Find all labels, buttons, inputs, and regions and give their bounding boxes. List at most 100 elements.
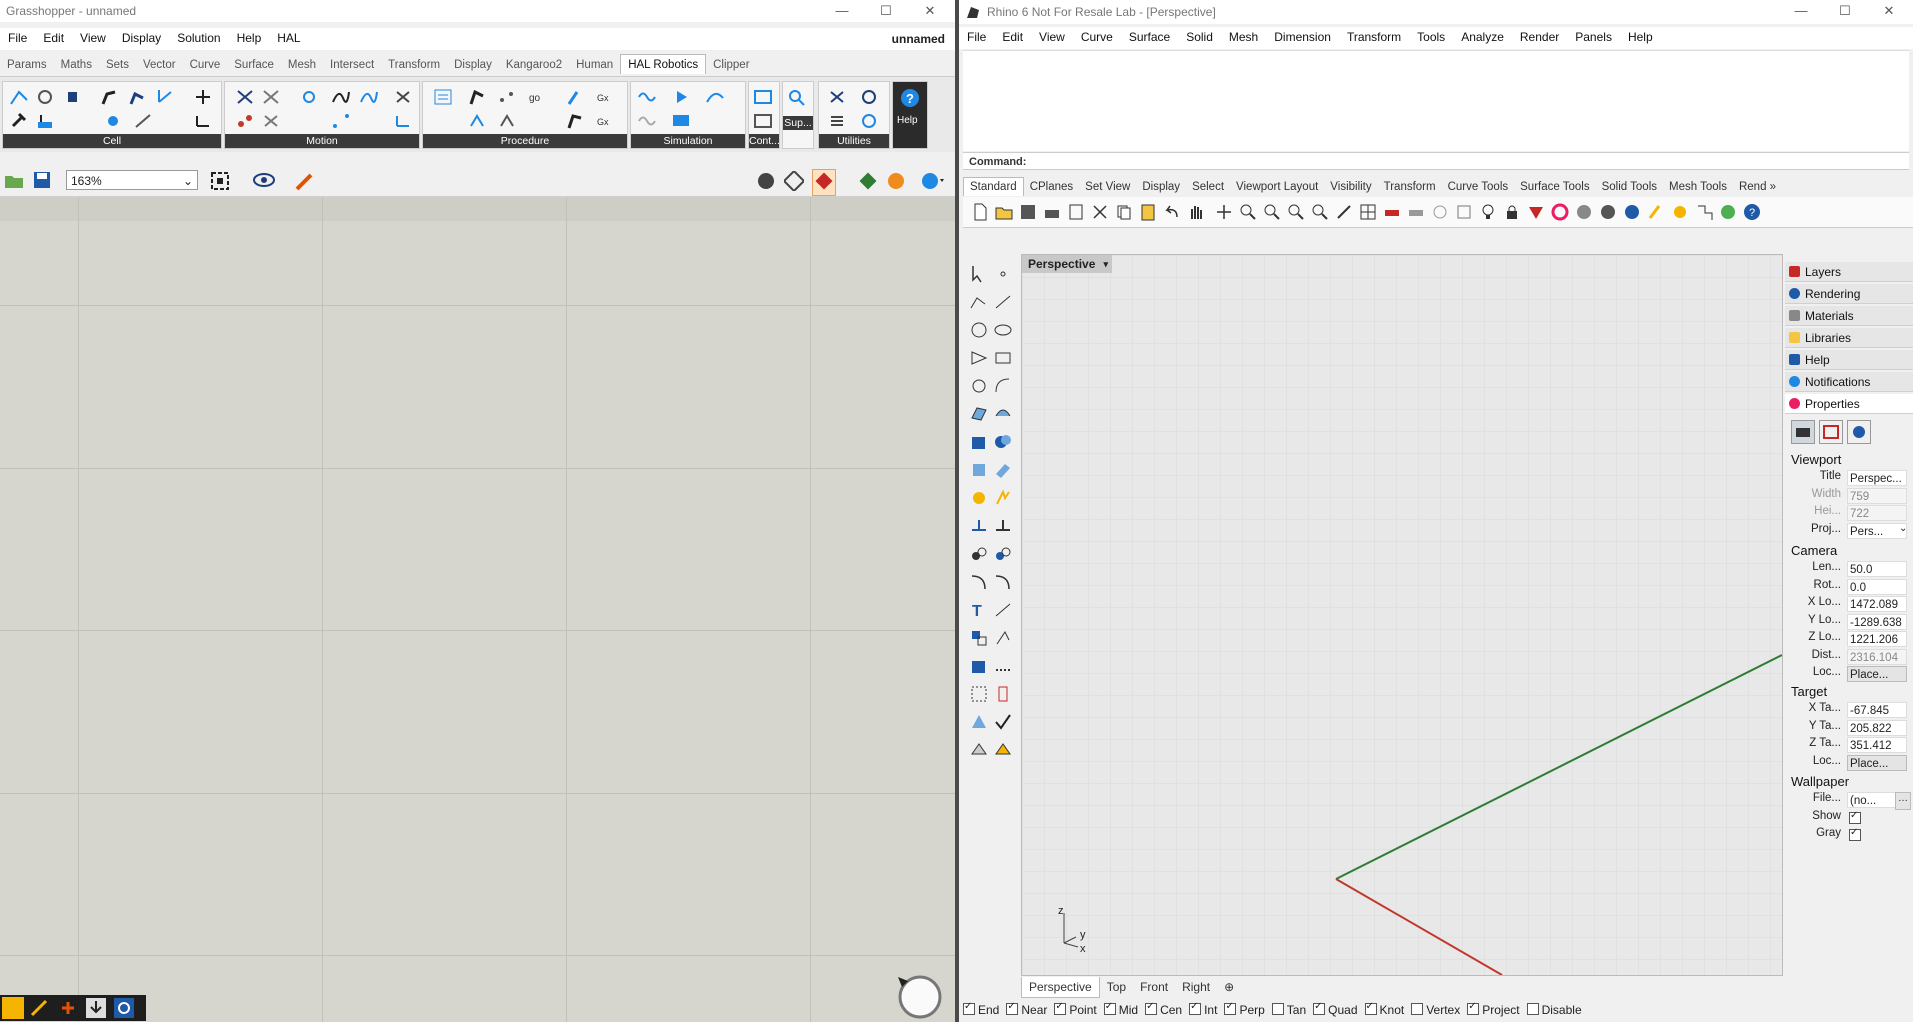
gh-menu-file[interactable]: File <box>0 28 35 48</box>
osnap-checkbox[interactable] <box>1313 1001 1326 1015</box>
gh-tab-display[interactable]: Display <box>447 55 499 74</box>
polyline-icon[interactable] <box>969 292 989 312</box>
rh-menu-surface[interactable]: Surface <box>1121 27 1178 47</box>
cube-icon[interactable] <box>969 656 989 676</box>
target-cross-icon[interactable] <box>235 88 255 106</box>
panel-tab-rendering[interactable]: Rendering <box>1785 284 1913 304</box>
save-file-icon[interactable] <box>1019 203 1037 221</box>
osnap-checkbox[interactable] <box>1224 1001 1237 1015</box>
procedure-tool-icon[interactable] <box>565 112 585 130</box>
osnap-checkbox[interactable] <box>1526 1003 1539 1015</box>
point-cross-icon[interactable] <box>261 112 281 130</box>
panel-tab-notifications[interactable]: Notifications <box>1785 372 1913 392</box>
gh-maximize-button[interactable]: ☐ <box>866 0 906 22</box>
joint-chain-icon[interactable] <box>133 112 153 130</box>
chamfer-icon[interactable] <box>993 572 1013 592</box>
add-frame-icon[interactable] <box>193 88 213 106</box>
explode-icon[interactable] <box>969 488 989 508</box>
prop-value[interactable]: 0.0 <box>1847 578 1907 595</box>
help-question-icon[interactable]: ? <box>899 88 919 107</box>
grasshopper-logo-icon[interactable] <box>2 997 24 1019</box>
rh-menu-render[interactable]: Render <box>1512 27 1567 47</box>
help-icon[interactable]: ? <box>1743 203 1761 221</box>
gh-menu-help[interactable]: Help <box>229 28 270 48</box>
osnap-checkbox[interactable] <box>1103 1001 1116 1015</box>
osnap-near[interactable]: Near <box>1006 1001 1047 1017</box>
osnap-knot[interactable]: Knot <box>1364 1001 1404 1017</box>
osnap-checkbox[interactable] <box>1411 1003 1424 1015</box>
prop-value[interactable]: -1289.638 <box>1847 613 1907 630</box>
material-sphere-icon[interactable] <box>886 171 906 194</box>
place-button[interactable]: Place... <box>1847 666 1907 682</box>
prop-value[interactable]: 2316.104 <box>1847 648 1907 665</box>
gh-tab-surface[interactable]: Surface <box>227 55 281 74</box>
rh-menu-analyze[interactable]: Analyze <box>1453 27 1512 47</box>
grid-props-icon[interactable] <box>1847 420 1871 444</box>
zoom-selected-icon[interactable] <box>1311 203 1329 221</box>
rotate-view-icon[interactable] <box>1215 203 1233 221</box>
gh-tab-sets[interactable]: Sets <box>99 55 136 74</box>
rectangle-icon[interactable] <box>993 348 1013 368</box>
panel-tab-layers[interactable]: Layers <box>1785 262 1913 282</box>
cell-base-icon[interactable] <box>35 112 55 130</box>
rh-tab-display[interactable]: Display <box>1136 178 1186 196</box>
boolean-icon[interactable] <box>993 432 1013 452</box>
gears-icon[interactable] <box>1671 203 1689 221</box>
gh-tab-kangaroo2[interactable]: Kangaroo2 <box>499 55 569 74</box>
prop-value[interactable]: 1221.206 <box>1847 631 1907 647</box>
refresh-icon[interactable] <box>859 88 879 106</box>
gh-tab-params[interactable]: Params <box>0 55 54 74</box>
add-view-tab-icon[interactable]: ⊕ <box>1217 977 1241 997</box>
motion-settings-icon[interactable] <box>393 88 413 106</box>
signal-wave-icon[interactable] <box>637 88 657 106</box>
save-disk-icon[interactable] <box>32 171 52 192</box>
rh-tab-visibility[interactable]: Visibility <box>1324 178 1377 196</box>
gcode-icon[interactable]: Gx <box>595 88 615 106</box>
axis-move-icon[interactable] <box>193 112 213 130</box>
rendered-sphere-icon[interactable] <box>1599 203 1617 221</box>
camera-props-icon[interactable] <box>1791 420 1815 444</box>
rh-tab-mesh-tools[interactable]: Mesh Tools <box>1663 178 1733 196</box>
viewport-props-icon-2[interactable] <box>1819 420 1843 444</box>
place-button[interactable]: Place... <box>1847 754 1907 771</box>
shaded-sphere-icon[interactable] <box>1575 203 1593 221</box>
status-tool-b-icon[interactable] <box>58 999 78 1020</box>
move-icon[interactable] <box>969 628 989 648</box>
point-icon[interactable] <box>993 264 1013 284</box>
extrude-icon[interactable] <box>993 460 1013 480</box>
viewport-title-tab[interactable]: Perspective ▾ <box>1022 255 1112 273</box>
gh-tab-maths[interactable]: Maths <box>54 55 99 74</box>
osnap-checkbox[interactable] <box>1189 1001 1202 1015</box>
refresh-b-icon[interactable] <box>859 112 879 130</box>
rh-tab-select[interactable]: Select <box>1186 178 1230 196</box>
view-tab-front[interactable]: Front <box>1133 977 1175 997</box>
gh-canvas[interactable] <box>0 197 955 1022</box>
select-arrow-icon[interactable] <box>969 264 989 284</box>
rh-tab-set-view[interactable]: Set View <box>1079 178 1136 196</box>
gh-tab-intersect[interactable]: Intersect <box>323 55 381 74</box>
osnap-project[interactable]: Project <box>1467 1001 1520 1017</box>
cut-icon[interactable] <box>1091 203 1109 221</box>
panel-tab-properties[interactable]: Properties <box>1785 394 1913 414</box>
panel-tab-libraries[interactable]: Libraries <box>1785 328 1913 348</box>
zoom-level-select[interactable]: 163% ⌄ <box>66 170 198 190</box>
rh-menu-dimension[interactable]: Dimension <box>1266 27 1339 47</box>
zoom-extents-rh-icon[interactable] <box>1287 203 1305 221</box>
color-wheel-icon[interactable] <box>1551 203 1569 221</box>
wallpaper-gray-checkbox[interactable] <box>1849 827 1861 841</box>
gh-menu-hal[interactable]: HAL <box>269 28 308 48</box>
cylinder-icon[interactable] <box>969 460 989 480</box>
rh-tab-viewport-layout[interactable]: Viewport Layout <box>1230 178 1324 196</box>
new-file-icon[interactable] <box>971 203 989 221</box>
osnap-mid[interactable]: Mid <box>1103 1001 1138 1017</box>
ellipse-icon[interactable] <box>993 320 1013 340</box>
prop-value[interactable]: 759 <box>1847 487 1907 504</box>
rh-menu-file[interactable]: File <box>959 27 994 47</box>
osnap-disable[interactable]: Disable <box>1526 1003 1582 1017</box>
cell-gear-icon[interactable] <box>35 88 55 106</box>
point-red-icon[interactable] <box>235 112 255 130</box>
paste-icon[interactable] <box>1139 203 1157 221</box>
procedure-move-icon[interactable] <box>467 112 487 130</box>
viewport-props-icon[interactable] <box>1335 203 1353 221</box>
rh-tab-surface-tools[interactable]: Surface Tools <box>1514 178 1595 196</box>
